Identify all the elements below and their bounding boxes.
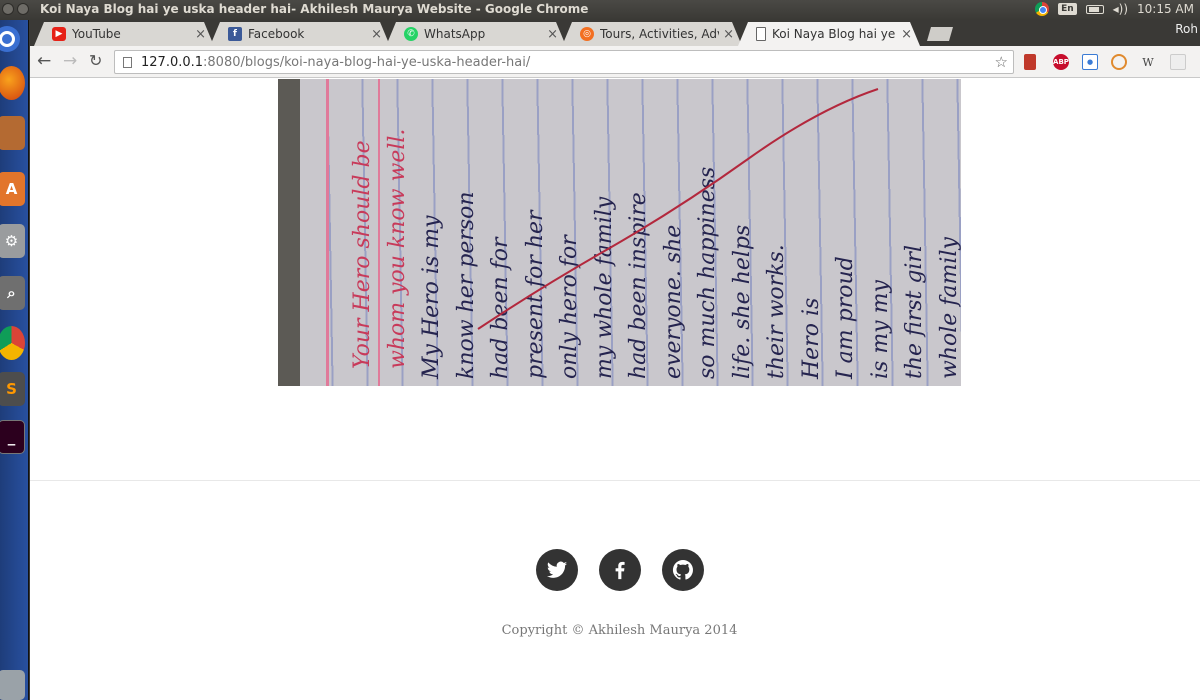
close-icon[interactable]: × <box>901 27 912 42</box>
ubuntu-icon[interactable] <box>0 26 20 52</box>
close-icon[interactable]: × <box>723 27 734 42</box>
toolbar: ← → ↻ 127.0.0.1:8080/blogs/koi-naya-blog… <box>30 46 1200 78</box>
volume-icon[interactable]: ◂)) <box>1113 2 1128 16</box>
extension-icon[interactable] <box>1111 54 1127 70</box>
extension-icon[interactable]: ● <box>1082 54 1098 70</box>
close-window-button[interactable] <box>2 3 14 15</box>
tab-title: Koi Naya Blog hai ye u <box>772 27 898 41</box>
chrome-tray-icon[interactable] <box>1035 2 1050 16</box>
trash-icon[interactable] <box>0 670 25 700</box>
close-icon[interactable]: × <box>547 27 558 42</box>
forward-button[interactable]: → <box>63 52 77 70</box>
tab-youtube[interactable]: ▶ YouTube × <box>34 22 214 46</box>
w-extension-icon[interactable]: W <box>1140 54 1156 70</box>
settings-icon[interactable]: ⚙ <box>0 224 25 258</box>
extension-icon[interactable] <box>1170 54 1186 70</box>
tab-tours[interactable]: ◎ Tours, Activities, Adve × <box>562 22 742 46</box>
close-icon[interactable]: × <box>195 27 206 42</box>
clock[interactable]: 10:15 AM <box>1137 2 1194 16</box>
page-content: Your Hero should be whom you know well. My… <box>30 79 1200 700</box>
facebook-icon: f <box>228 27 242 41</box>
files-icon[interactable] <box>0 116 25 150</box>
window-buttons <box>2 3 29 15</box>
firefox-icon[interactable] <box>0 66 25 100</box>
post-image: Your Hero should be whom you know well. My… <box>278 79 961 386</box>
bookmark-star-icon[interactable]: ☆ <box>995 53 1008 71</box>
keyboard-language[interactable]: En <box>1058 3 1077 15</box>
page-info-icon[interactable] <box>123 56 132 68</box>
tab-whatsapp[interactable]: ✆ WhatsApp × <box>386 22 566 46</box>
url-host: 127.0.0.1 <box>141 54 204 70</box>
top-panel: Koi Naya Blog hai ye uska header hai- Ak… <box>0 0 1200 20</box>
tab-title: Facebook <box>248 27 305 41</box>
tab-strip: ▶ YouTube × f Facebook × ✆ WhatsApp × ◎ … <box>30 20 1200 46</box>
bookmark-icon[interactable] <box>1024 54 1036 70</box>
page-icon <box>756 27 766 41</box>
youtube-icon: ▶ <box>52 27 66 41</box>
chrome-icon[interactable] <box>0 326 25 360</box>
system-tray: En ◂)) 10:15 AM <box>1035 2 1194 16</box>
terminal-icon[interactable]: _ <box>0 420 25 454</box>
back-button[interactable]: ← <box>37 52 51 70</box>
sublime-icon[interactable]: S <box>0 372 25 406</box>
facebook-icon[interactable] <box>599 549 641 591</box>
tours-icon: ◎ <box>580 27 594 41</box>
footer-divider <box>30 480 1200 481</box>
whatsapp-icon: ✆ <box>404 27 418 41</box>
minimize-window-button[interactable] <box>17 3 29 15</box>
window-title: Koi Naya Blog hai ye uska header hai- Ak… <box>40 2 589 16</box>
launcher: A ⚙ ⌕ S _ <box>0 20 29 700</box>
twitter-icon[interactable] <box>536 549 578 591</box>
social-links <box>536 549 704 591</box>
search-icon[interactable]: ⌕ <box>0 276 25 310</box>
battery-icon[interactable] <box>1085 4 1104 14</box>
close-icon[interactable]: × <box>371 27 382 42</box>
reload-button[interactable]: ↻ <box>89 52 102 70</box>
tab-title: Tours, Activities, Adve <box>600 27 720 41</box>
browser-window: ▶ YouTube × f Facebook × ✆ WhatsApp × ◎ … <box>30 20 1200 700</box>
address-bar[interactable]: 127.0.0.1:8080/blogs/koi-naya-blog-hai-y… <box>114 50 1014 74</box>
github-icon[interactable] <box>662 549 704 591</box>
tab-blog[interactable]: Koi Naya Blog hai ye u × <box>738 22 920 46</box>
tab-title: YouTube <box>72 27 121 41</box>
copyright-text: Copyright © Akhilesh Maurya 2014 <box>501 623 738 638</box>
adblock-plus-icon[interactable]: ABP <box>1053 54 1069 70</box>
red-strike-line <box>477 88 879 330</box>
url-path: :8080/blogs/koi-naya-blog-hai-ye-uska-he… <box>203 54 531 70</box>
profile-button[interactable]: Roh <box>1175 22 1198 36</box>
tab-title: WhatsApp <box>424 27 486 41</box>
new-tab-button[interactable] <box>927 27 953 41</box>
software-center-icon[interactable]: A <box>0 172 25 206</box>
tab-facebook[interactable]: f Facebook × <box>210 22 390 46</box>
